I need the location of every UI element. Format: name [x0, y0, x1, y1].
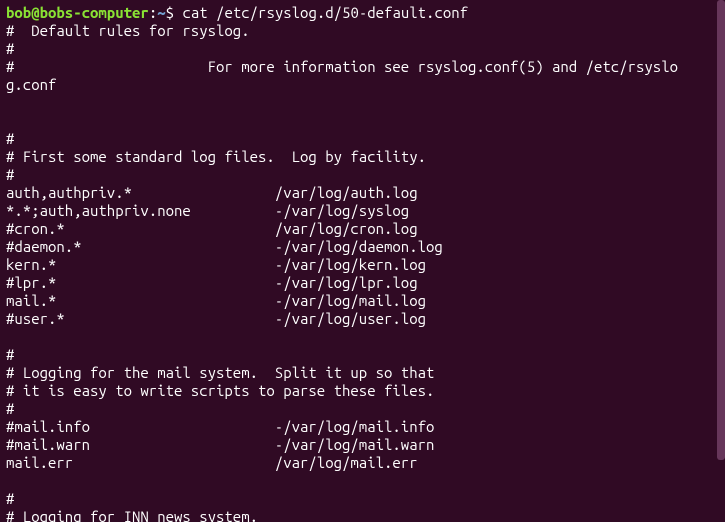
- output-line: #daemon.* -/var/log/daemon.log: [6, 238, 719, 256]
- output-line: kern.* -/var/log/kern.log: [6, 256, 719, 274]
- output-line: # Default rules for rsyslog.: [6, 22, 719, 40]
- prompt-colon: :: [149, 4, 157, 21]
- output-line: #user.* -/var/log/user.log: [6, 310, 719, 328]
- output-line: [6, 472, 719, 490]
- output-line: auth,authpriv.* /var/log/auth.log: [6, 184, 719, 202]
- output-line: #: [6, 166, 719, 184]
- output-line: #mail.warn -/var/log/mail.warn: [6, 436, 719, 454]
- output-line: # For more information see rsyslog.conf(…: [6, 58, 719, 76]
- output-line: # Logging for the mail system. Split it …: [6, 364, 719, 382]
- output-line: # Logging for INN news system.: [6, 508, 719, 522]
- output-line: mail.* -/var/log/mail.log: [6, 292, 719, 310]
- scrollbar-track[interactable]: [717, 0, 725, 522]
- prompt-cwd: ~: [157, 4, 165, 21]
- prompt-user-host: bob@bobs-computer: [6, 4, 149, 21]
- output-line: #: [6, 346, 719, 364]
- output-line: #: [6, 130, 719, 148]
- output-line: #: [6, 490, 719, 508]
- output-line: # it is easy to write scripts to parse t…: [6, 382, 719, 400]
- output-line: #mail.info -/var/log/mail.info: [6, 418, 719, 436]
- output-line: *.*;auth,authpriv.none -/var/log/syslog: [6, 202, 719, 220]
- output-line: #lpr.* -/var/log/lpr.log: [6, 274, 719, 292]
- output-line: #cron.* /var/log/cron.log: [6, 220, 719, 238]
- output-line: g.conf: [6, 76, 719, 94]
- output-line: [6, 112, 719, 130]
- prompt-line[interactable]: bob@bobs-computer:~$ cat /etc/rsyslog.d/…: [6, 4, 719, 22]
- output-container: # Default rules for rsyslog.## For more …: [6, 22, 719, 522]
- output-line: #: [6, 400, 719, 418]
- output-line: # First some standard log files. Log by …: [6, 148, 719, 166]
- scrollbar-thumb[interactable]: [717, 0, 725, 460]
- output-line: [6, 328, 719, 346]
- output-line: #: [6, 40, 719, 58]
- output-line: [6, 94, 719, 112]
- prompt-dollar: $: [166, 4, 183, 21]
- output-line: mail.err /var/log/mail.err: [6, 454, 719, 472]
- command-text: cat /etc/rsyslog.d/50-default.conf: [182, 4, 468, 21]
